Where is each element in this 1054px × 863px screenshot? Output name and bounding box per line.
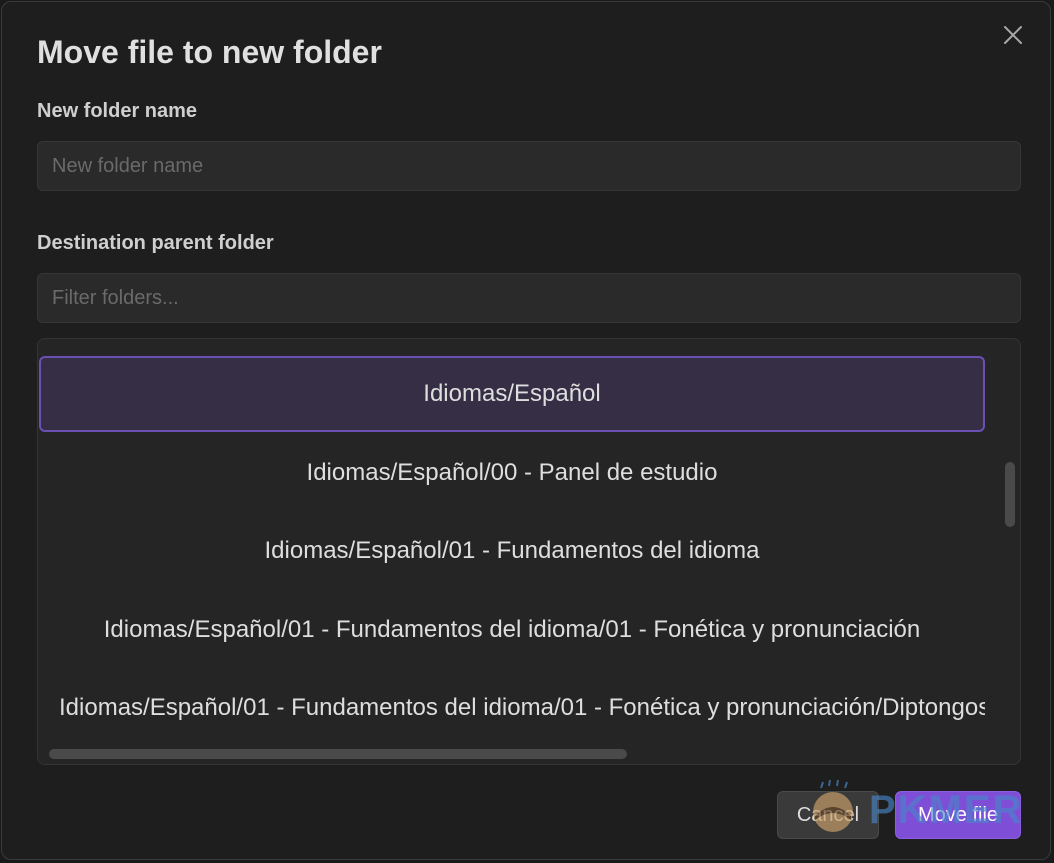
- folder-list: Idiomas/Español Idiomas/Español/00 - Pan…: [37, 338, 1021, 765]
- vertical-scrollbar[interactable]: [1005, 462, 1015, 527]
- folder-item-selected[interactable]: Idiomas/Español: [39, 356, 985, 432]
- dialog-title: Move file to new folder: [37, 34, 382, 70]
- folder-item-label: Idiomas/Español/00 - Panel de estudio: [306, 459, 718, 486]
- folder-item[interactable]: Idiomas/Español/01 - Fundamentos del idi…: [39, 670, 985, 746]
- horizontal-scrollbar[interactable]: [49, 749, 627, 759]
- folder-item-label: Idiomas/Español/01 - Fundamentos del idi…: [264, 537, 760, 564]
- move-file-dialog: Move file to new folder New folder name …: [1, 1, 1051, 860]
- new-folder-label: New folder name: [37, 100, 198, 122]
- close-button[interactable]: [998, 20, 1028, 50]
- close-icon: [1004, 26, 1022, 44]
- new-folder-name-input[interactable]: [37, 141, 1021, 191]
- move-file-button[interactable]: Move file: [895, 791, 1021, 839]
- folder-item-label: Idiomas/Español/01 - Fundamentos del idi…: [103, 616, 921, 643]
- filter-folders-input[interactable]: [37, 273, 1021, 323]
- cancel-button[interactable]: Cancel: [777, 791, 879, 839]
- folder-item-label: Idiomas/Español: [423, 380, 601, 407]
- destination-folder-label: Destination parent folder: [37, 232, 274, 254]
- folder-item[interactable]: Idiomas/Español/00 - Panel de estudio: [39, 435, 985, 511]
- folder-item[interactable]: Idiomas/Español/01 - Fundamentos del idi…: [39, 592, 985, 668]
- folder-item-label: Idiomas/Español/01 - Fundamentos del idi…: [59, 694, 985, 721]
- folder-item[interactable]: Idiomas/Español/01 - Fundamentos del idi…: [39, 513, 985, 589]
